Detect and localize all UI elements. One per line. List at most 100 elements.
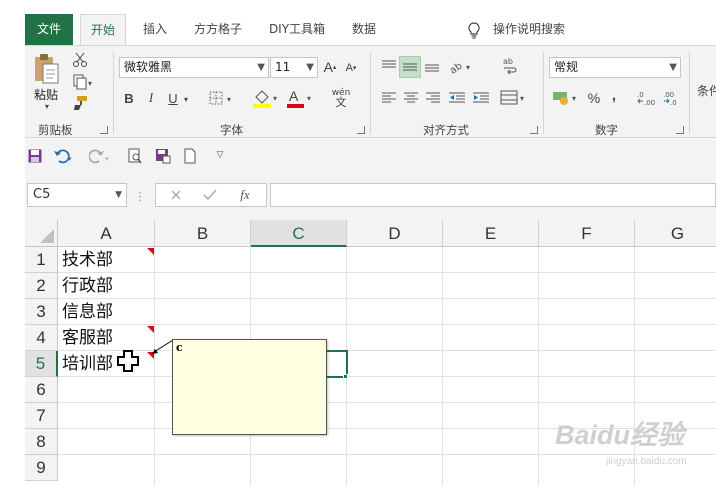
shrink-font-icon[interactable]: A ▾ bbox=[343, 60, 359, 76]
bold-button[interactable]: B bbox=[122, 90, 136, 106]
new-document-icon[interactable] bbox=[182, 147, 198, 165]
redo-icon[interactable]: ▾ bbox=[88, 147, 112, 165]
merge-center-icon[interactable]: ▾ bbox=[499, 89, 529, 107]
paste-button-label[interactable]: 粘贴 bbox=[34, 86, 58, 103]
row-header-4[interactable]: 4 bbox=[25, 325, 58, 351]
font-size-combo[interactable]: 11 ▼ bbox=[270, 57, 318, 78]
number-launcher-icon[interactable] bbox=[676, 126, 684, 134]
align-bottom-icon[interactable] bbox=[423, 57, 441, 75]
underline-dropdown-icon[interactable]: ▾ bbox=[181, 92, 191, 106]
gridline bbox=[442, 247, 443, 486]
svg-text:ab: ab bbox=[503, 57, 513, 66]
borders-icon[interactable]: ▾ bbox=[208, 90, 236, 106]
increase-decimal-icon[interactable]: .0.00 bbox=[635, 88, 657, 108]
tab-insert[interactable]: 插入 bbox=[132, 14, 178, 45]
tell-me-search[interactable]: 操作说明搜索 bbox=[493, 14, 565, 45]
align-top-icon[interactable] bbox=[380, 57, 398, 75]
row-header-3[interactable]: 3 bbox=[25, 299, 58, 325]
undo-icon[interactable]: ▾ bbox=[52, 147, 76, 165]
fill-handle[interactable] bbox=[343, 374, 348, 379]
cut-icon[interactable] bbox=[71, 51, 89, 69]
select-all-corner[interactable] bbox=[25, 220, 58, 247]
paste-dropdown-icon[interactable]: ▾ bbox=[42, 102, 52, 111]
tab-data[interactable]: 数据 bbox=[343, 14, 385, 45]
splitter-icon[interactable]: ⋮ bbox=[135, 187, 146, 205]
cell-a2[interactable]: 行政部 bbox=[62, 273, 113, 299]
align-middle-icon[interactable] bbox=[399, 56, 421, 78]
alignment-launcher-icon[interactable] bbox=[530, 126, 538, 134]
name-box[interactable]: C5 ▼ bbox=[27, 183, 127, 207]
tab-file[interactable]: 文件 bbox=[25, 14, 73, 45]
column-header-d[interactable]: D bbox=[347, 220, 443, 247]
column-header-e[interactable]: E bbox=[443, 220, 539, 247]
font-group-label: 字体 bbox=[220, 123, 243, 137]
svg-text:▾: ▾ bbox=[572, 94, 576, 103]
svg-text:.00: .00 bbox=[663, 91, 674, 99]
fill-color-icon[interactable]: ▾ bbox=[251, 88, 281, 108]
cell-a3[interactable]: 信息部 bbox=[62, 299, 113, 325]
watermark-logo: Baidu经验 bbox=[555, 420, 685, 450]
orientation-icon[interactable]: ab ▾ bbox=[448, 57, 474, 75]
align-left-icon[interactable] bbox=[380, 90, 398, 106]
customize-qat-icon[interactable]: ▽ bbox=[213, 148, 227, 162]
enter-icon[interactable] bbox=[202, 187, 218, 203]
comment-indicator-icon[interactable] bbox=[147, 248, 154, 255]
comment-indicator-icon[interactable] bbox=[147, 326, 154, 333]
column-header-c[interactable]: C bbox=[251, 220, 347, 247]
italic-button[interactable]: I bbox=[144, 90, 158, 106]
row-header-9[interactable]: 9 bbox=[25, 455, 58, 481]
clipboard-group-label: 剪贴板 bbox=[38, 123, 73, 137]
row-header-2[interactable]: 2 bbox=[25, 273, 58, 299]
lightbulb-icon[interactable] bbox=[466, 21, 482, 39]
column-header-f[interactable]: F bbox=[539, 220, 635, 247]
svg-text:.0: .0 bbox=[670, 99, 677, 107]
tab-home[interactable]: 开始 bbox=[80, 14, 126, 45]
tab-diy-toolbox[interactable]: DIY工具箱 bbox=[259, 14, 335, 45]
wrap-text-icon[interactable]: ab bbox=[501, 55, 519, 77]
comment-text[interactable]: c bbox=[176, 341, 183, 354]
align-right-icon[interactable] bbox=[424, 90, 442, 106]
cell-a1[interactable]: 技术部 bbox=[62, 247, 113, 273]
cell-a5[interactable]: 培训部 bbox=[62, 351, 113, 377]
row-header-8[interactable]: 8 bbox=[25, 429, 58, 455]
copy-icon[interactable]: ▾ bbox=[71, 73, 95, 91]
font-name-combo[interactable]: 微软雅黑 ▼ bbox=[119, 57, 269, 78]
cancel-icon[interactable] bbox=[168, 187, 184, 203]
grow-font-icon[interactable]: A ▴ bbox=[322, 58, 338, 76]
number-format-combo[interactable]: 常规 ▼ bbox=[549, 57, 681, 78]
format-painter-icon[interactable] bbox=[71, 94, 89, 112]
svg-text:A: A bbox=[289, 88, 299, 104]
phonetic-guide-icon[interactable]: wén 文 bbox=[329, 87, 353, 109]
font-launcher-icon[interactable] bbox=[357, 126, 365, 134]
row-header-5[interactable]: 5 bbox=[25, 351, 58, 377]
row-header-7[interactable]: 7 bbox=[25, 403, 58, 429]
formula-input[interactable] bbox=[270, 183, 716, 207]
comma-button[interactable]: , bbox=[608, 86, 620, 104]
paste-icon[interactable] bbox=[31, 52, 61, 86]
insert-function-button[interactable]: fx bbox=[236, 187, 254, 203]
column-header-a[interactable]: A bbox=[58, 220, 155, 247]
row-header-6[interactable]: 6 bbox=[25, 377, 58, 403]
column-header-g[interactable]: G bbox=[635, 220, 716, 247]
group-separator bbox=[113, 52, 114, 134]
save-as-icon[interactable] bbox=[154, 147, 172, 165]
font-color-icon[interactable]: A ▾ bbox=[285, 88, 315, 108]
print-preview-icon[interactable] bbox=[126, 147, 144, 165]
decrease-indent-icon[interactable] bbox=[447, 90, 467, 106]
conditional-formatting-button[interactable]: 条件 bbox=[697, 82, 716, 98]
column-header-b[interactable]: B bbox=[155, 220, 251, 247]
svg-text:▾: ▾ bbox=[68, 155, 72, 163]
save-icon[interactable] bbox=[27, 148, 43, 164]
row-header-1[interactable]: 1 bbox=[25, 247, 58, 273]
decrease-decimal-icon[interactable]: .00.0 bbox=[661, 88, 683, 108]
percent-button[interactable]: % bbox=[585, 89, 603, 107]
underline-button[interactable]: U bbox=[166, 90, 180, 106]
tab-ffgz[interactable]: 方方格子 bbox=[185, 14, 251, 45]
comment-box[interactable]: c bbox=[172, 339, 327, 435]
cell-a4[interactable]: 客服部 bbox=[62, 325, 113, 351]
accounting-format-icon[interactable]: ▾ bbox=[551, 88, 581, 108]
increase-indent-icon[interactable] bbox=[471, 90, 491, 106]
align-center-icon[interactable] bbox=[402, 90, 420, 106]
chevron-down-icon: ▼ bbox=[257, 62, 265, 73]
clipboard-launcher-icon[interactable] bbox=[100, 126, 108, 134]
